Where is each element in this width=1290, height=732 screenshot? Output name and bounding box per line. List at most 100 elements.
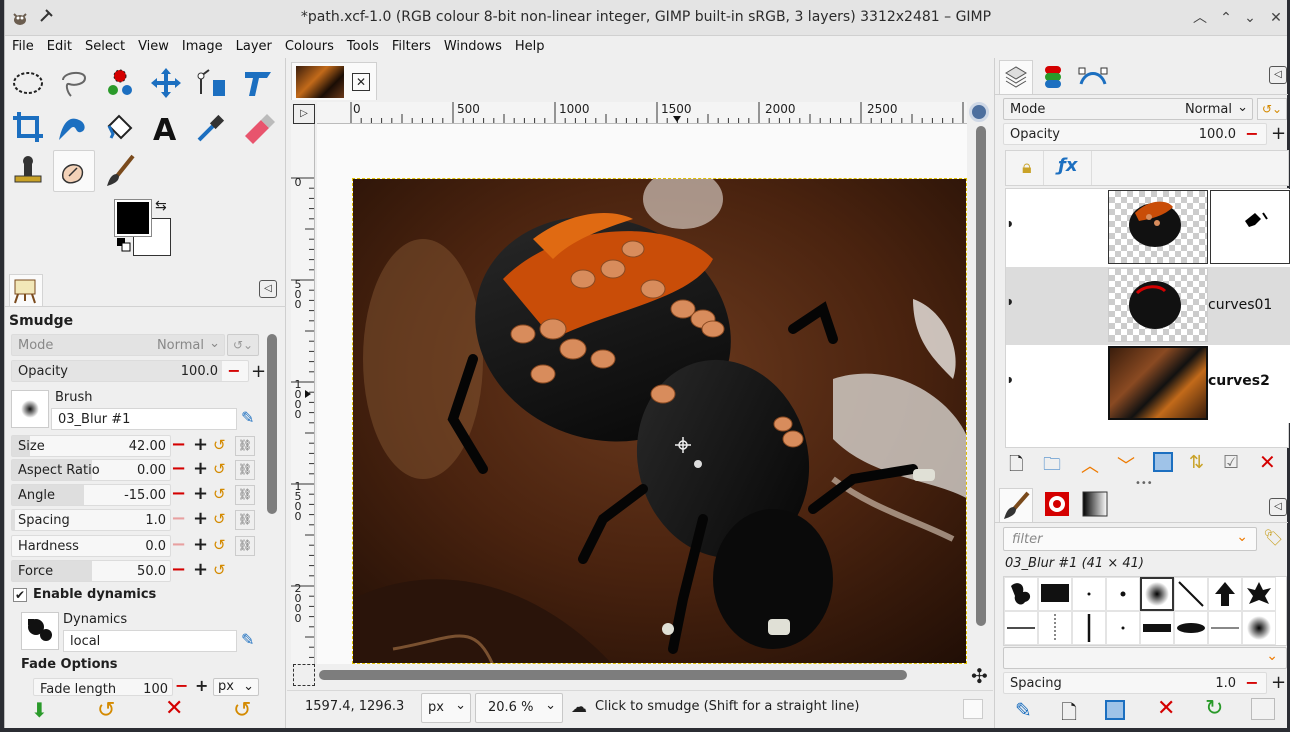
visibility-eye-icon[interactable]: ◗ <box>1008 297 1012 306</box>
angle-minus-icon[interactable]: − <box>171 483 186 504</box>
chevron-down-icon[interactable]: ⌄ <box>1236 529 1248 545</box>
tag-filter-icon[interactable]: 🏷︎ <box>1263 528 1283 547</box>
hardness-link-icon[interactable]: ⛓ <box>235 536 255 556</box>
brush-view-select[interactable]: ⌄ <box>1003 647 1287 669</box>
paths-tab[interactable] <box>1077 60 1111 94</box>
force-plus-icon[interactable]: + <box>193 559 208 580</box>
duplicate-layer-icon[interactable] <box>1153 452 1173 472</box>
spacing-reset-icon[interactable]: ↺ <box>213 510 226 528</box>
spacing-link-icon[interactable]: ⛓ <box>235 510 255 530</box>
new-layer-icon[interactable]: 🗋︎ <box>1009 452 1023 482</box>
mode-reset-icon[interactable]: ↺⌄ <box>227 334 259 356</box>
force-minus-icon[interactable]: − <box>171 559 186 580</box>
color-picker-tool[interactable] <box>191 106 233 148</box>
image-tab[interactable]: ✕ <box>291 62 377 100</box>
patterns-tab[interactable] <box>1041 488 1075 522</box>
layer-row[interactable]: ◗ curves01 <box>1006 267 1290 345</box>
angle-link-icon[interactable]: ⛓ <box>235 485 255 505</box>
ellipse-select-tool[interactable] <box>7 62 49 104</box>
edit-dynamics-icon[interactable]: ✎ <box>241 630 254 649</box>
hardness-reset-icon[interactable]: ↺ <box>213 536 226 554</box>
canvas-viewport[interactable] <box>317 124 967 664</box>
gradients-tab[interactable] <box>1079 488 1113 522</box>
channels-tab[interactable] <box>1037 60 1071 94</box>
layer-opacity-slider[interactable]: Opacity 100.0 − <box>1003 123 1267 145</box>
brush-cell-selected[interactable] <box>1140 577 1174 611</box>
new-layer-group-icon[interactable]: 🗀︎ <box>1043 452 1061 482</box>
size-link-icon[interactable]: ⛓ <box>235 436 255 456</box>
brush-cell[interactable] <box>1106 611 1140 645</box>
close-icon[interactable]: ✕ <box>1267 9 1285 27</box>
hardness-minus-icon[interactable]: − <box>171 534 186 555</box>
aspect-reset-icon[interactable]: ↺ <box>213 460 226 478</box>
brush-cell[interactable] <box>1106 577 1140 611</box>
menu-image[interactable]: Image <box>175 36 229 54</box>
layers-tab[interactable] <box>999 60 1033 94</box>
spacing-minus-icon[interactable]: − <box>171 508 186 529</box>
angle-slider[interactable]: Angle -15.00 <box>11 484 171 506</box>
brush-cell[interactable] <box>1242 577 1276 611</box>
brush-filter-input[interactable]: filter ⌄ <box>1003 527 1257 551</box>
brush-cell[interactable] <box>1174 611 1208 645</box>
new-brush-icon[interactable]: 🗋︎ <box>1061 698 1077 732</box>
plus-icon[interactable]: + <box>1271 123 1286 144</box>
brush-cell[interactable] <box>1004 611 1038 645</box>
brush-cell[interactable] <box>1208 577 1242 611</box>
menu-edit[interactable]: Edit <box>40 36 78 54</box>
minus-icon[interactable]: − <box>1244 125 1260 143</box>
brush-cell[interactable] <box>1140 611 1174 645</box>
add-mask-icon[interactable]: ☑ <box>1223 452 1239 473</box>
edit-brush-icon[interactable]: ✎ <box>241 408 254 427</box>
hardness-slider[interactable]: Hardness 0.0 <box>11 535 171 557</box>
edit-brush-icon[interactable]: ✎ <box>1015 698 1032 722</box>
size-slider[interactable]: Size 42.00 <box>11 435 171 457</box>
menu-windows[interactable]: Windows <box>437 36 508 54</box>
delete-brush-icon[interactable]: ✕ <box>1157 696 1175 721</box>
swap-colors-icon[interactable]: ⇆ <box>155 198 167 214</box>
spacing-slider[interactable]: Spacing 1.0 <box>11 509 171 531</box>
plus-icon[interactable]: + <box>1271 672 1286 693</box>
minus-icon[interactable]: − <box>1244 674 1260 692</box>
paintbrush-tool[interactable] <box>99 150 141 192</box>
quick-mask-toggle-icon[interactable] <box>293 664 315 686</box>
open-as-image-icon[interactable] <box>1251 698 1275 720</box>
visibility-eye-icon[interactable]: ◗ <box>1008 375 1012 384</box>
minimize-icon[interactable]: ⌄ <box>1241 9 1259 27</box>
image-canvas[interactable] <box>352 178 967 664</box>
lower-layer-icon[interactable]: ﹀ <box>1117 452 1135 478</box>
merge-down-icon[interactable]: ⇅ <box>1189 452 1204 473</box>
visibility-eye-icon[interactable]: ◗ <box>1008 219 1012 228</box>
force-reset-icon[interactable]: ↺ <box>213 561 226 579</box>
dynamics-preview[interactable] <box>21 612 59 650</box>
options-scrollbar[interactable] <box>267 334 277 514</box>
keep-above-icon[interactable]: ︿ <box>1191 9 1209 27</box>
spacing-plus-icon[interactable]: + <box>193 508 208 529</box>
brush-preview[interactable] <box>11 390 49 428</box>
menu-select[interactable]: Select <box>78 36 131 54</box>
default-colors-icon[interactable] <box>117 238 131 252</box>
navigate-icon[interactable]: ✣ <box>971 664 988 688</box>
size-plus-icon[interactable]: + <box>193 434 208 455</box>
angle-plus-icon[interactable]: + <box>193 483 208 504</box>
layer-mode-select[interactable]: Mode Normal ⌄ <box>1003 98 1253 120</box>
smudge-tool[interactable] <box>53 150 95 192</box>
menu-view[interactable]: View <box>131 36 175 54</box>
menu-colours[interactable]: Colours <box>278 36 340 54</box>
bucket-fill-tool[interactable] <box>99 106 141 148</box>
dock-separator-handle[interactable]: ••• <box>1135 478 1153 489</box>
brush-cell[interactable] <box>1174 577 1208 611</box>
reset-options-icon[interactable]: ↺ <box>233 698 251 723</box>
brush-cell[interactable] <box>1038 611 1072 645</box>
quick-mask-menu-icon[interactable]: ▷ <box>293 104 315 124</box>
configure-tab-icon[interactable]: ◁ <box>259 280 277 298</box>
zoom-select[interactable]: 20.6 % ⌄ <box>475 693 563 723</box>
size-reset-icon[interactable]: ↺ <box>213 436 226 454</box>
layer-mode-reset-icon[interactable]: ↺⌄ <box>1257 98 1287 120</box>
aspect-minus-icon[interactable]: − <box>171 458 186 479</box>
free-select-tool[interactable] <box>53 62 95 104</box>
duplicate-brush-icon[interactable] <box>1105 700 1125 720</box>
eraser-tool[interactable] <box>237 106 279 148</box>
horizontal-scrollbar[interactable] <box>317 668 967 682</box>
fade-unit-select[interactable]: px ⌄ <box>213 678 259 696</box>
menu-layer[interactable]: Layer <box>229 36 278 54</box>
